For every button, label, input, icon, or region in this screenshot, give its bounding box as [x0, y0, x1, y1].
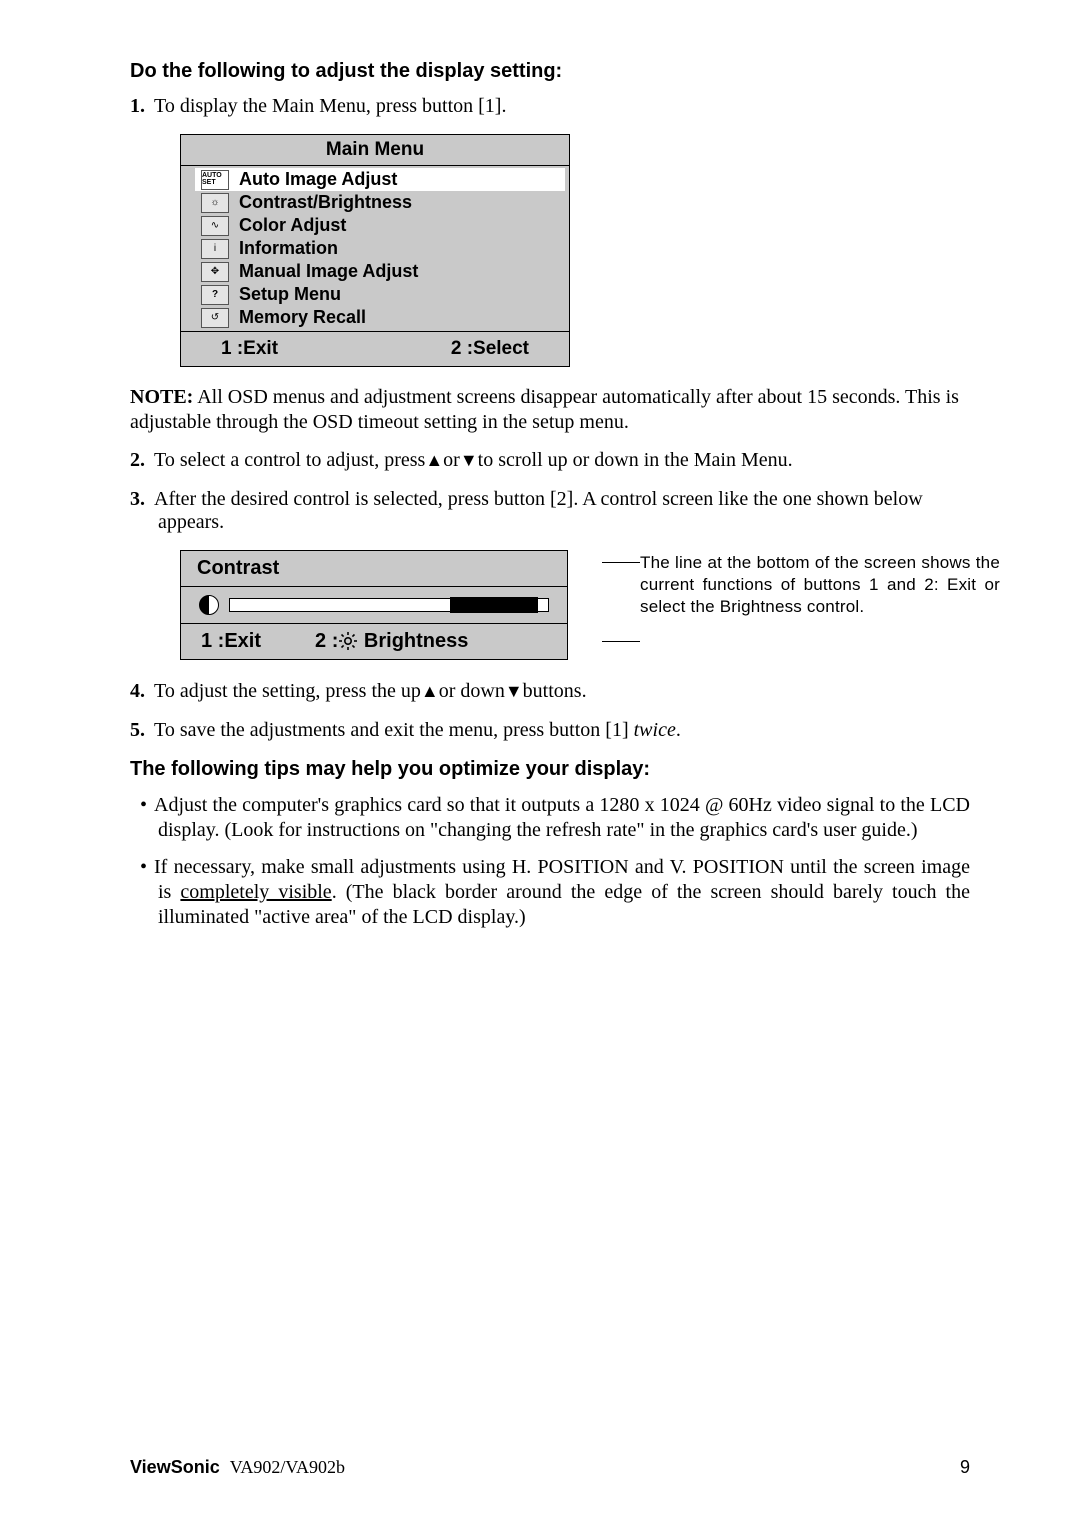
step-2-text-a: To select a control to adjust, press [154, 449, 425, 471]
note-paragraph: NOTE: All OSD menus and adjustment scree… [130, 385, 970, 435]
main-menu-body: AUTO SET Auto Image Adjust ☼ Contrast/Br… [181, 166, 569, 331]
callout-text: The line at the bottom of the screen sho… [640, 550, 1000, 618]
step-2-text-c: to scroll up or down in the Main Menu. [478, 449, 793, 471]
step-4-num: 4. [130, 680, 154, 703]
leader-lines [602, 550, 640, 642]
step-1-text: To display the Main Menu, press button [… [154, 95, 506, 117]
contrast-body [181, 587, 567, 623]
menu-row-color: ∿ Color Adjust [201, 214, 559, 237]
sun-icon [338, 631, 358, 651]
footer-brand: ViewSonic [130, 1457, 220, 1477]
manual-icon: ✥ [201, 262, 229, 282]
contrast-title: Contrast [181, 551, 567, 587]
contrast-exit: 1 :Exit [201, 630, 261, 653]
step-3-text: After the desired control is selected, p… [154, 488, 923, 533]
step-4-text-a: To adjust the setting, press the up [154, 680, 421, 702]
heading-tips: The following tips may help you optimize… [130, 758, 970, 781]
step-1-num: 1. [130, 95, 154, 118]
bullet-2: •If necessary, make small adjustments us… [130, 855, 970, 930]
leader-line-2 [602, 641, 640, 642]
menu-label-5: Setup Menu [239, 284, 341, 305]
color-icon: ∿ [201, 216, 229, 236]
menu-label-2: Color Adjust [239, 215, 346, 236]
setup-icon: ? [201, 285, 229, 305]
up-triangle-icon: ▲ [425, 450, 443, 470]
down-triangle-icon-2: ▼ [505, 681, 523, 701]
main-menu-title: Main Menu [181, 135, 569, 166]
main-menu-footer: 1 :Exit 2 :Select [181, 331, 569, 366]
step-5-twice: twice [634, 719, 676, 741]
recall-icon: ↺ [201, 308, 229, 328]
down-triangle-icon: ▼ [460, 450, 478, 470]
contrast-slider [229, 598, 549, 612]
menu-label-3: Information [239, 238, 338, 259]
menu-label-6: Memory Recall [239, 307, 366, 328]
up-triangle-icon-2: ▲ [421, 681, 439, 701]
step-2: 2.To select a control to adjust, press▲o… [130, 449, 970, 472]
step-2-text-b: or [443, 449, 460, 471]
menu-row-manual: ✥ Manual Image Adjust [201, 260, 559, 283]
menu-label-0: Auto Image Adjust [239, 169, 397, 190]
step-4: 4.To adjust the setting, press the up▲or… [130, 680, 970, 703]
bullet-2-underline: completely visible [180, 881, 331, 903]
menu-label-4: Manual Image Adjust [239, 261, 418, 282]
brightness-icon: ☼ [201, 193, 229, 213]
footer-left: ViewSonic VA902/VA902b [130, 1457, 345, 1478]
step-5-num: 5. [130, 719, 154, 742]
menu-exit: 1 :Exit [221, 338, 278, 360]
info-icon: i [201, 239, 229, 259]
menu-row-info: i Information [201, 237, 559, 260]
heading-adjust: Do the following to adjust the display s… [130, 60, 970, 83]
contrast-brightness: 2 : Brightness [315, 630, 468, 653]
slider-fill [450, 597, 538, 613]
step-3-num: 3. [130, 488, 154, 511]
bullet-dot-2: • [140, 855, 154, 880]
main-menu-osd: Main Menu AUTO SET Auto Image Adjust ☼ C… [180, 134, 570, 367]
step-5-text-a: To save the adjustments and exit the men… [154, 719, 634, 741]
contrast-footer: 1 :Exit 2 : Brightness [181, 623, 567, 659]
menu-label-1: Contrast/Brightness [239, 192, 412, 213]
step-2-num: 2. [130, 449, 154, 472]
step-5-text-c: . [676, 719, 681, 741]
menu-row-setup: ? Setup Menu [201, 283, 559, 306]
step-4-text-c: buttons. [523, 680, 587, 702]
footer-page: 9 [960, 1457, 970, 1478]
step-1: 1.To display the Main Menu, press button… [130, 95, 970, 118]
step-4-text-b: or down [439, 680, 505, 702]
bullet-1-text: Adjust the computer's graphics card so t… [154, 794, 970, 841]
footer-model: VA902/VA902b [230, 1457, 345, 1477]
contrast-icon [199, 595, 219, 615]
page-footer: ViewSonic VA902/VA902b 9 [130, 1457, 970, 1478]
menu-select: 2 :Select [451, 338, 529, 360]
note-text: All OSD menus and adjustment screens dis… [130, 386, 959, 433]
note-label: NOTE: [130, 386, 193, 408]
autoset-icon: AUTO SET [201, 170, 229, 190]
contrast-figure: Contrast 1 :Exit 2 : Brightness The line… [140, 550, 970, 660]
bullet-dot: • [140, 793, 154, 818]
leader-line-1 [602, 562, 640, 563]
menu-row-contrast: ☼ Contrast/Brightness [201, 191, 559, 214]
step-5: 5.To save the adjustments and exit the m… [130, 719, 970, 742]
step-3: 3.After the desired control is selected,… [130, 488, 970, 534]
bullet-1: •Adjust the computer's graphics card so … [130, 793, 970, 843]
menu-row-auto: AUTO SET Auto Image Adjust [195, 168, 565, 191]
menu-row-memory: ↺ Memory Recall [201, 306, 559, 329]
contrast-osd: Contrast 1 :Exit 2 : Brightness [180, 550, 568, 660]
callout-group: The line at the bottom of the screen sho… [604, 550, 1000, 642]
